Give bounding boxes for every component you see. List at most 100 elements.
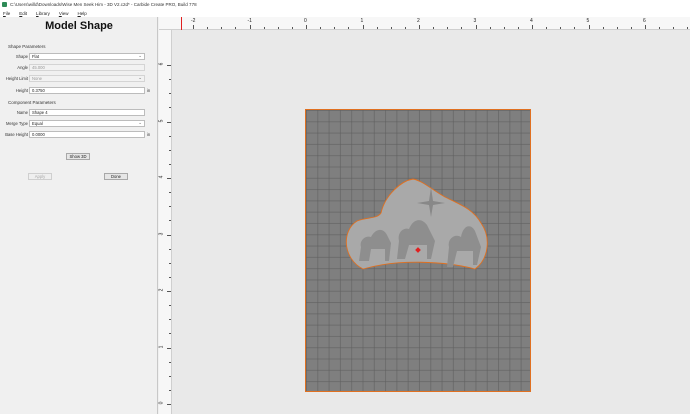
merge-type-label: Merge Type	[5, 121, 28, 126]
apply-button[interactable]: Apply	[28, 173, 52, 180]
ruler-y-minor-tick	[169, 107, 171, 109]
ruler-x-minor-tick	[517, 27, 519, 29]
merge-type-select[interactable]: Equal	[29, 120, 145, 127]
angle-label: Angle	[17, 65, 28, 70]
ruler-y-minor-tick	[169, 220, 171, 222]
menu-library[interactable]: Library	[36, 11, 50, 16]
name-field[interactable]: Shape 4	[29, 109, 145, 116]
menu-view[interactable]: View	[59, 11, 69, 16]
ruler-x-minor-tick	[602, 27, 604, 29]
ruler-y-minor-tick	[169, 163, 171, 165]
ruler-y-minor-tick	[169, 149, 171, 151]
ruler-y-minor-tick	[169, 192, 171, 194]
ruler-x-minor-tick	[277, 27, 279, 29]
wise-men-vector[interactable]	[305, 109, 531, 392]
ruler-x-minor-tick	[221, 27, 223, 29]
ruler-x-label: 1	[360, 18, 364, 24]
ruler-x-minor-tick	[235, 27, 237, 29]
ruler-x-label: 2	[417, 18, 420, 24]
ruler-x-minor-tick	[207, 27, 209, 29]
ruler-x-minor-tick	[334, 27, 336, 29]
ruler-y-minor-tick	[169, 248, 171, 250]
design-canvas[interactable]: -2 -1 0 1 2 3 4 5 6 6 5 4 3 2 1 0	[158, 17, 690, 414]
base-height-field[interactable]: 0.0000	[29, 131, 145, 138]
ruler-x-minor-tick	[447, 27, 449, 29]
ruler-y-tick	[167, 178, 171, 179]
ruler-x-minor-tick	[291, 27, 293, 29]
ruler-x-minor-tick	[461, 27, 463, 29]
shape-parameters-heading: Shape Parameters	[8, 44, 46, 49]
height-limit-select[interactable]: None	[29, 75, 145, 82]
ruler-y-label: 4	[158, 175, 165, 179]
horizontal-ruler: -2 -1 0 1 2 3 4 5 6	[159, 17, 690, 30]
ruler-y-minor-tick	[169, 389, 171, 391]
menu-bar: File Edit Library View Help	[0, 9, 690, 17]
ruler-x-label: 6	[643, 18, 646, 24]
title-bar: C:\Users\willd\Downloads\Wise Men Seek H…	[0, 0, 690, 9]
ruler-y-tick	[167, 404, 171, 405]
ruler-y-minor-tick	[169, 333, 171, 335]
ruler-x-tick	[193, 25, 194, 29]
height-limit-label: Height Limit	[5, 76, 28, 81]
base-height-label: Base Height	[5, 132, 28, 137]
ruler-x-minor-tick	[390, 27, 392, 29]
shape-select[interactable]: Flat	[29, 53, 145, 60]
ruler-x-minor-tick	[433, 27, 435, 29]
ruler-x-minor-tick	[546, 27, 548, 29]
ruler-x-minor-tick	[659, 27, 661, 29]
ruler-x-label: 0	[304, 18, 307, 24]
ruler-x-minor-tick	[320, 27, 322, 29]
ruler-y-label: 6	[158, 62, 165, 66]
show-3d-button[interactable]: Show 3D	[66, 153, 90, 160]
height-field[interactable]: 0.3750	[29, 87, 145, 94]
ruler-x-minor-tick	[687, 27, 689, 29]
ruler-x-minor-tick	[404, 27, 406, 29]
ruler-x-minor-tick	[348, 27, 350, 29]
ruler-x-minor-tick	[630, 27, 632, 29]
origin-marker	[181, 17, 182, 30]
ruler-x-tick	[588, 25, 590, 29]
done-button[interactable]: Done	[104, 173, 128, 180]
ruler-y-label: 1	[158, 345, 165, 348]
ruler-y-minor-tick	[169, 79, 171, 81]
ruler-y-tick	[167, 291, 171, 292]
menu-help[interactable]: Help	[78, 11, 87, 16]
window-title: C:\Users\willd\Downloads\Wise Men Seek H…	[10, 2, 197, 7]
vertical-ruler: 6 5 4 3 2 1 0	[158, 30, 172, 414]
height-label: Height	[15, 88, 28, 93]
ruler-y-minor-tick	[169, 319, 171, 321]
ruler-y-minor-tick	[169, 361, 171, 363]
ruler-x-tick	[419, 25, 420, 29]
ruler-y-minor-tick	[169, 206, 171, 208]
ruler-x-label: -1	[247, 18, 252, 24]
name-label: Name	[16, 110, 28, 115]
menu-file[interactable]: File	[3, 11, 10, 16]
ruler-y-minor-tick	[169, 375, 171, 377]
ruler-x-tick	[532, 25, 533, 29]
ruler-y-tick	[167, 65, 171, 66]
ruler-y-minor-tick	[169, 93, 171, 95]
angle-field[interactable]: 45.000	[29, 64, 145, 71]
base-height-unit: in	[147, 132, 151, 137]
ruler-y-tick	[167, 121, 171, 123]
ruler-x-tick	[306, 25, 307, 29]
menu-edit[interactable]: Edit	[19, 11, 27, 16]
ruler-y-label: 5	[158, 119, 165, 122]
app-icon	[2, 2, 7, 7]
ruler-y-label: 0	[158, 401, 165, 405]
ruler-y-minor-tick	[169, 262, 171, 264]
component-parameters-heading: Component Parameters	[8, 100, 56, 105]
ruler-x-minor-tick	[616, 27, 618, 29]
ruler-x-tick	[645, 25, 646, 29]
ruler-x-minor-tick	[263, 27, 265, 29]
ruler-x-tick	[362, 25, 364, 29]
shape-label: Shape	[15, 54, 28, 59]
ruler-x-minor-tick	[376, 27, 378, 29]
ruler-y-minor-tick	[169, 276, 171, 278]
ruler-x-label: 3	[473, 18, 477, 24]
ruler-x-label: 4	[530, 18, 533, 24]
ruler-x-tick	[475, 25, 477, 29]
ruler-x-minor-tick	[560, 27, 562, 29]
ruler-y-tick	[167, 234, 171, 236]
ruler-y-minor-tick	[169, 305, 171, 307]
